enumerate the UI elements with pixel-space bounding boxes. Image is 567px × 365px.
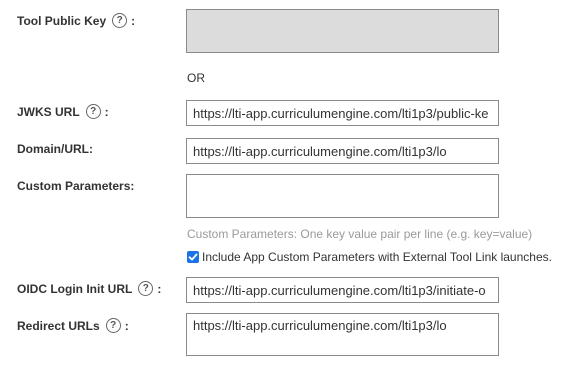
include-custom-params-row[interactable]: Include App Custom Parameters with Exter…: [187, 250, 552, 264]
jwks-url-label: JWKS URL ? :: [17, 104, 109, 119]
redirect-urls-label: Redirect URLs ? :: [17, 318, 129, 333]
domain-url-input[interactable]: [186, 138, 499, 164]
domain-url-label: Domain/URL:: [17, 142, 93, 156]
help-icon[interactable]: ?: [105, 318, 121, 333]
redirect-urls-textarea[interactable]: https://lti-app.curriculumengine.com/lti…: [186, 313, 499, 356]
or-separator: OR: [187, 71, 205, 85]
help-icon[interactable]: ?: [138, 281, 154, 296]
lti-config-form: Tool Public Key ? : OR JWKS URL ? : Doma…: [0, 0, 567, 365]
domain-url-label-text: Domain/URL:: [17, 142, 93, 156]
custom-parameters-hint: Custom Parameters: One key value pair pe…: [187, 227, 533, 241]
jwks-url-input[interactable]: [186, 100, 499, 126]
redirect-urls-label-text: Redirect URLs: [17, 318, 100, 333]
custom-parameters-label: Custom Parameters:: [17, 179, 134, 193]
label-colon: :: [124, 318, 129, 333]
custom-parameters-label-text: Custom Parameters:: [17, 179, 135, 193]
label-colon: :: [157, 281, 162, 296]
checkmark-icon: [188, 253, 198, 261]
tool-public-key-label: Tool Public Key ? :: [17, 13, 135, 28]
jwks-url-label-text: JWKS URL: [17, 104, 80, 119]
help-icon[interactable]: ?: [112, 13, 128, 28]
oidc-login-init-url-input[interactable]: [186, 277, 499, 303]
tool-public-key-label-text: Tool Public Key: [17, 13, 107, 28]
label-colon: :: [104, 104, 109, 119]
include-custom-params-label: Include App Custom Parameters with Exter…: [202, 250, 552, 264]
custom-parameters-textarea[interactable]: [186, 174, 499, 218]
label-colon: :: [131, 13, 136, 28]
oidc-login-init-url-label-text: OIDC Login Init URL: [17, 281, 133, 296]
help-icon[interactable]: ?: [85, 104, 101, 119]
oidc-login-init-url-label: OIDC Login Init URL ? :: [17, 281, 161, 296]
include-custom-params-checkbox[interactable]: [187, 251, 199, 263]
tool-public-key-field[interactable]: [186, 9, 499, 53]
